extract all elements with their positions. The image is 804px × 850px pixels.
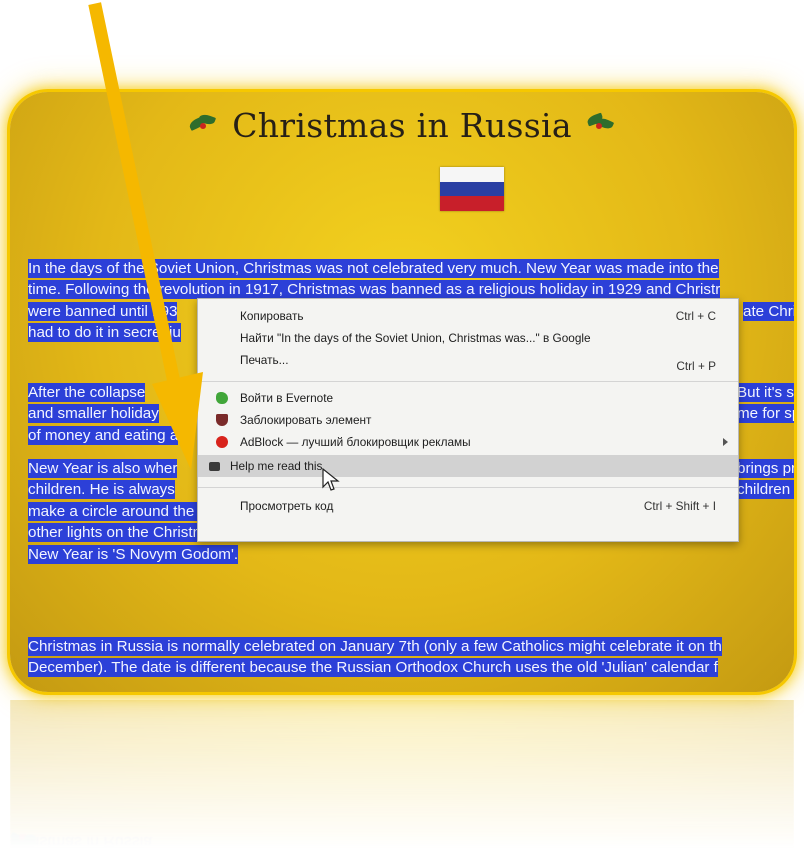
menu-item-shortcut: Ctrl + P xyxy=(676,359,716,373)
menu-item-label: Печать... xyxy=(240,353,289,367)
paragraph-1-right-fragment: ate Christ xyxy=(743,301,794,322)
flag-stripe-blue xyxy=(440,181,504,197)
menu-item-label: Копировать xyxy=(240,309,304,323)
text-line: had to do it in secret ju xyxy=(28,323,181,343)
text-line: After the collapse xyxy=(28,383,146,402)
text-line: and smaller holiday xyxy=(28,404,159,424)
reader-icon xyxy=(209,462,220,471)
adblock-icon xyxy=(216,436,228,448)
page-title: Christmas in Russia xyxy=(232,106,572,145)
menu-item-label: Войти в Evernote xyxy=(240,391,334,405)
screen-reflection: Christmas in Russia In the days of the S… xyxy=(10,700,794,850)
russian-flag-image xyxy=(440,167,504,211)
reflection-content: Christmas in Russia In the days of the S… xyxy=(10,700,794,850)
text-line: children. He is always xyxy=(28,480,175,500)
flag-stripe-white xyxy=(440,167,504,182)
menu-item-help-me-read[interactable]: Help me read this xyxy=(198,455,738,477)
menu-item-search-google[interactable]: Найти "In the days of the Soviet Union, … xyxy=(198,327,738,349)
paragraph-3-right-fragment: brings pre children h xyxy=(737,458,794,501)
paragraph-2-right-fragment: But it's st me for spe xyxy=(737,382,794,425)
text-line: New Year is also wher xyxy=(28,459,178,478)
text-line: In the days of the Soviet Union, Christm… xyxy=(28,259,719,278)
menu-item-inspect[interactable]: Просмотреть код Ctrl + Shift + I xyxy=(198,495,738,517)
reflected-page: Christmas in Russia In the days of the S… xyxy=(10,700,794,850)
evernote-icon xyxy=(216,392,228,404)
menu-item-shortcut: Ctrl + C xyxy=(675,309,716,323)
text-line: me for spe xyxy=(737,404,794,424)
menu-item-label: Help me read this xyxy=(230,459,323,473)
menu-item-label: Найти "In the days of the Soviet Union, … xyxy=(240,331,591,345)
page-title-row: Christmas in Russia xyxy=(10,832,794,850)
web-page: Christmas in Russia In the days of the S… xyxy=(10,92,794,692)
photo-stage: Christmas in Russia In the days of the S… xyxy=(0,0,804,850)
menu-item-print[interactable]: Печать... Ctrl + P xyxy=(198,349,738,373)
holly-icon xyxy=(585,112,615,135)
menu-item-shortcut: Ctrl + Shift + I xyxy=(643,499,716,513)
menu-item-copy[interactable]: Копировать Ctrl + C xyxy=(198,305,738,327)
text-line: Christmas in Russia is normally celebrat… xyxy=(28,637,722,656)
page-title-row: Christmas in Russia xyxy=(10,106,794,145)
menu-item-adblock[interactable]: AdBlock — лучший блокировщик рекламы xyxy=(198,431,738,453)
text-line: brings pre xyxy=(737,459,794,478)
holly-icon xyxy=(188,112,217,135)
text-line: children h xyxy=(737,480,794,500)
text-line: December). The date is different because… xyxy=(28,658,718,678)
menu-item-label: Заблокировать элемент xyxy=(240,413,372,427)
text-line: of money and eating a xyxy=(28,425,179,445)
text-line: were banned until 193 xyxy=(28,301,178,321)
text-line: ate Christ xyxy=(743,302,794,321)
shield-icon xyxy=(216,414,228,426)
paragraph-4: Christmas in Russia is normally celebrat… xyxy=(28,636,794,679)
text-line: time. Following the revolution in 1917, … xyxy=(28,280,721,300)
browser-screen: Christmas in Russia In the days of the S… xyxy=(10,92,794,692)
mouse-cursor-icon xyxy=(322,468,340,491)
text-line: But it's st xyxy=(737,383,794,402)
submenu-arrow-icon xyxy=(723,438,728,446)
menu-item-label: Просмотреть код xyxy=(240,499,334,513)
menu-separator xyxy=(198,381,738,382)
flag-stripe-red xyxy=(440,196,504,211)
context-menu[interactable]: Копировать Ctrl + C Найти "In the days o… xyxy=(197,298,739,542)
menu-item-evernote[interactable]: Войти в Evernote xyxy=(198,387,738,409)
menu-separator xyxy=(198,487,738,488)
text-line: New Year is 'S Novym Godom'. xyxy=(28,544,239,564)
menu-item-label: AdBlock — лучший блокировщик рекламы xyxy=(240,435,471,449)
menu-item-block-element[interactable]: Заблокировать элемент xyxy=(198,409,738,431)
